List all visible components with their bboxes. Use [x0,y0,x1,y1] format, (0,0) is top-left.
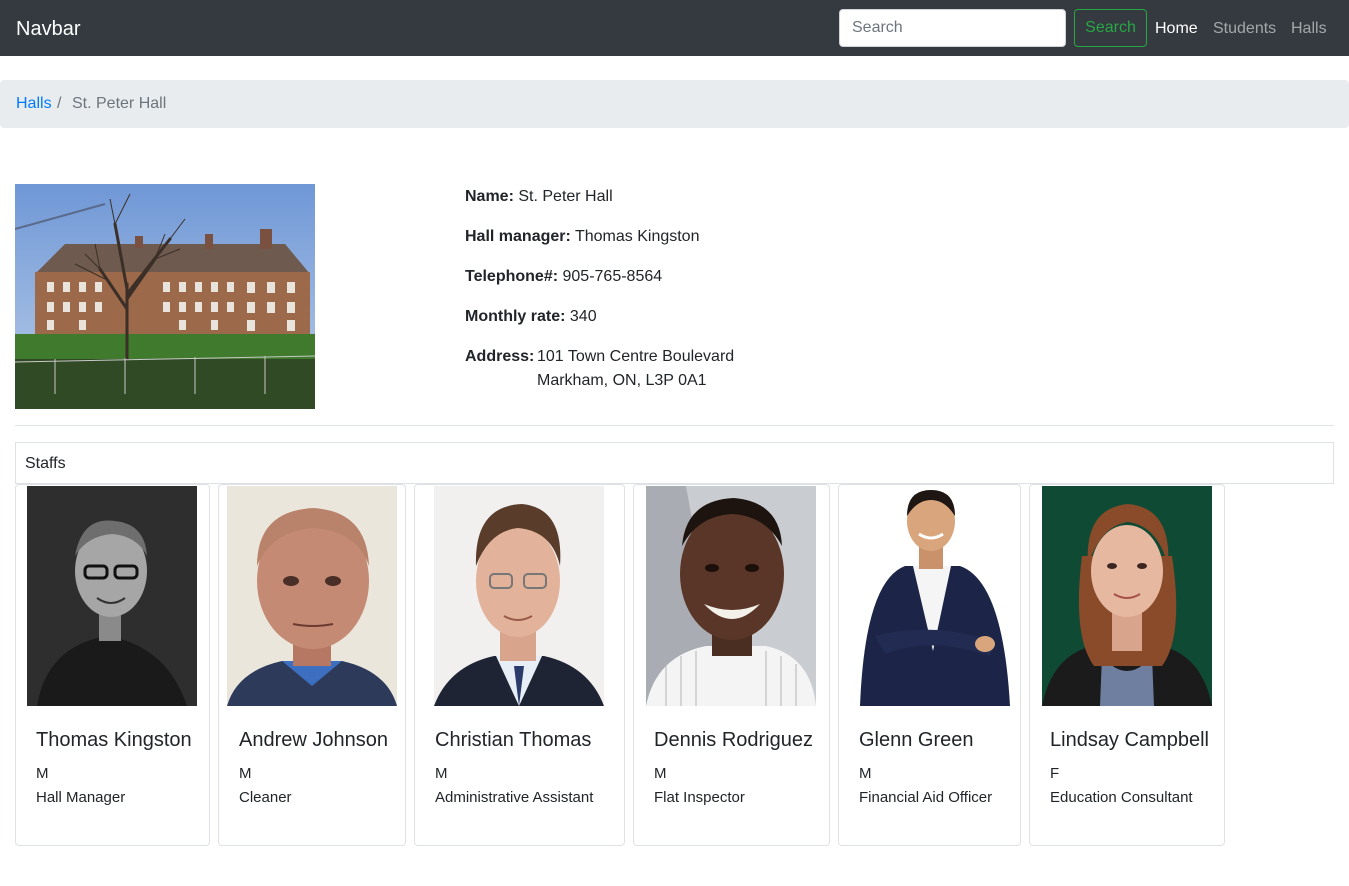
staff-gender: M [859,765,872,782]
breadcrumb-current: St. Peter Hall [72,95,167,112]
staff-card-andrew-johnson[interactable]: Andrew Johnson M Cleaner [218,484,406,846]
staff-photo [845,486,1015,706]
section-divider [15,425,1334,426]
hall-name-value: St. Peter Hall [518,188,613,205]
nav-link-students[interactable]: Students [1213,19,1276,39]
staff-section-header: Staffs [15,442,1334,484]
staff-gender: M [36,765,49,782]
staff-name: Thomas Kingston [36,729,192,751]
staff-gender: M [654,765,667,782]
staff-photo [227,486,397,706]
search-input[interactable] [839,9,1066,47]
search-button[interactable]: Search [1074,9,1147,47]
hall-address-value: 101 Town Centre Boulevard Markham, ON, L… [537,345,734,393]
nav-link-home[interactable]: Home [1155,19,1198,39]
address-line-2: Markham, ON, L3P 0A1 [537,372,707,389]
hall-name-label: Name: [465,188,514,205]
top-navbar: Navbar Search Home Students Halls [0,0,1349,56]
breadcrumb-link-halls[interactable]: Halls [16,95,52,113]
staff-role: Financial Aid Officer [859,789,993,806]
hall-phone-label: Telephone#: [465,268,559,285]
staff-photo [27,486,197,706]
hall-phone-row: Telephone#: 905-765-8564 [465,265,662,289]
staff-card-glenn-green[interactable]: Glenn Green M Financial Aid Officer [838,484,1021,846]
hall-name-row: Name: St. Peter Hall [465,185,613,209]
hall-manager-label: Hall manager: [465,228,571,245]
staff-role: Hall Manager [36,789,126,806]
staff-gender: F [1050,765,1060,782]
staff-card-thomas-kingston[interactable]: Thomas Kingston M Hall Manager [15,484,210,846]
hall-photo [15,184,315,409]
staff-name: Christian Thomas [435,729,592,751]
breadcrumb-separator: / [57,95,62,112]
staff-photo [646,486,816,706]
staff-gender: M [435,765,448,782]
navbar-brand[interactable]: Navbar [16,17,80,41]
nav-link-halls[interactable]: Halls [1291,19,1327,39]
staff-card-lindsay-campbell[interactable]: Lindsay Campbell F Education Consultant [1029,484,1225,846]
staff-role: Cleaner [239,789,292,806]
breadcrumb: Halls / St. Peter Hall [0,80,1349,128]
address-line-1: 101 Town Centre Boulevard [537,348,735,365]
hall-manager-value: Thomas Kingston [574,228,700,245]
staff-photo [1042,486,1212,706]
hall-address-label: Address: [465,348,535,365]
staff-role: Education Consultant [1050,789,1193,806]
hall-manager-row: Hall manager: Thomas Kingston [465,225,699,249]
staff-gender: M [239,765,252,782]
staff-name: Dennis Rodriguez [654,729,813,751]
staff-card-dennis-rodriguez[interactable]: Dennis Rodriguez M Flat Inspector [633,484,830,846]
staff-role: Flat Inspector [654,789,745,806]
staff-role: Administrative Assistant [435,789,594,806]
staff-name: Andrew Johnson [239,729,388,751]
hall-rate-value: 340 [569,308,597,325]
staff-photo [434,486,604,706]
hall-address-row: Address: [465,345,534,369]
hall-rate-label: Monthly rate: [465,308,566,325]
staff-card-christian-thomas[interactable]: Christian Thomas M Administrative Assist… [414,484,625,846]
hall-rate-row: Monthly rate: 340 [465,305,597,329]
staff-name: Glenn Green [859,729,974,751]
staff-name: Lindsay Campbell [1050,729,1209,751]
hall-phone-value: 905-765-8564 [562,268,663,285]
